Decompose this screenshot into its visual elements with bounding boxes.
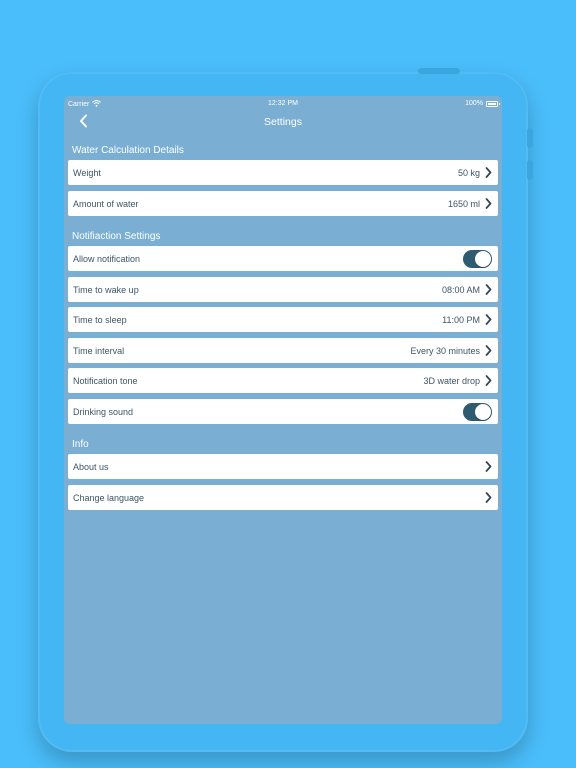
volume-down-button <box>527 160 533 180</box>
row-value: 1650 ml <box>447 198 480 209</box>
row-value: Every 30 minutes <box>410 345 480 356</box>
status-bar: Carrier 12:32 PM 100% <box>64 96 502 112</box>
navigation-bar: Settings <box>64 112 502 134</box>
row-value: 3D water drop <box>423 375 480 386</box>
row-label: Time to wake up <box>73 284 139 295</box>
row-label: Drinking sound <box>73 406 134 417</box>
section-header-water: Water Calculation Details <box>72 145 184 156</box>
row-time-interval[interactable]: Time interval Every 30 minutes <box>68 338 498 363</box>
battery-percent: 100% <box>465 100 483 107</box>
row-label: Time interval <box>73 345 125 356</box>
screen: Carrier 12:32 PM 100% Settings Water Cal… <box>64 96 502 724</box>
chevron-right-icon <box>484 198 492 210</box>
chevron-right-icon <box>484 345 492 357</box>
row-label: Time to sleep <box>73 314 127 325</box>
allow-notification-toggle[interactable] <box>463 249 492 268</box>
section-header-notification: Notifiaction Settings <box>72 231 161 242</box>
row-weight[interactable]: Weight 50 kg <box>68 160 498 185</box>
row-label: Weight <box>73 167 101 178</box>
row-change-language[interactable]: Change language <box>68 485 498 510</box>
row-allow-notification: Allow notification <box>68 246 498 271</box>
toggle-knob <box>475 250 491 267</box>
row-time-to-wake-up[interactable]: Time to wake up 08:00 AM <box>68 277 498 302</box>
row-value: 50 kg <box>457 167 480 178</box>
chevron-right-icon <box>484 284 492 296</box>
row-label: Allow notification <box>73 253 141 264</box>
status-battery: 100% <box>465 100 500 107</box>
row-notification-tone[interactable]: Notification tone 3D water drop <box>68 368 498 393</box>
tablet-frame: Carrier 12:32 PM 100% Settings Water Cal… <box>38 68 533 752</box>
power-button <box>418 68 460 74</box>
row-value: 08:00 AM <box>441 284 480 295</box>
section-header-info: Info <box>72 439 89 450</box>
volume-up-button <box>527 128 533 148</box>
row-drinking-sound: Drinking sound <box>68 399 498 424</box>
chevron-right-icon <box>484 375 492 387</box>
chevron-right-icon <box>484 167 492 179</box>
row-label: About us <box>73 461 109 472</box>
row-value: 11:00 PM <box>442 314 480 325</box>
chevron-right-icon <box>484 492 492 504</box>
row-time-to-sleep[interactable]: Time to sleep 11:00 PM <box>68 307 498 332</box>
chevron-right-icon <box>484 314 492 326</box>
row-amount-of-water[interactable]: Amount of water 1650 ml <box>68 191 498 216</box>
drinking-sound-toggle[interactable] <box>463 402 492 421</box>
row-label: Notification tone <box>73 375 138 386</box>
status-time: 12:32 PM <box>268 100 298 107</box>
battery-icon <box>486 100 500 107</box>
row-about-us[interactable]: About us <box>68 454 498 479</box>
toggle-knob <box>475 403 491 420</box>
row-label: Change language <box>73 492 145 503</box>
row-label: Amount of water <box>73 198 139 209</box>
page-title: Settings <box>264 116 302 128</box>
chevron-right-icon <box>484 461 492 473</box>
